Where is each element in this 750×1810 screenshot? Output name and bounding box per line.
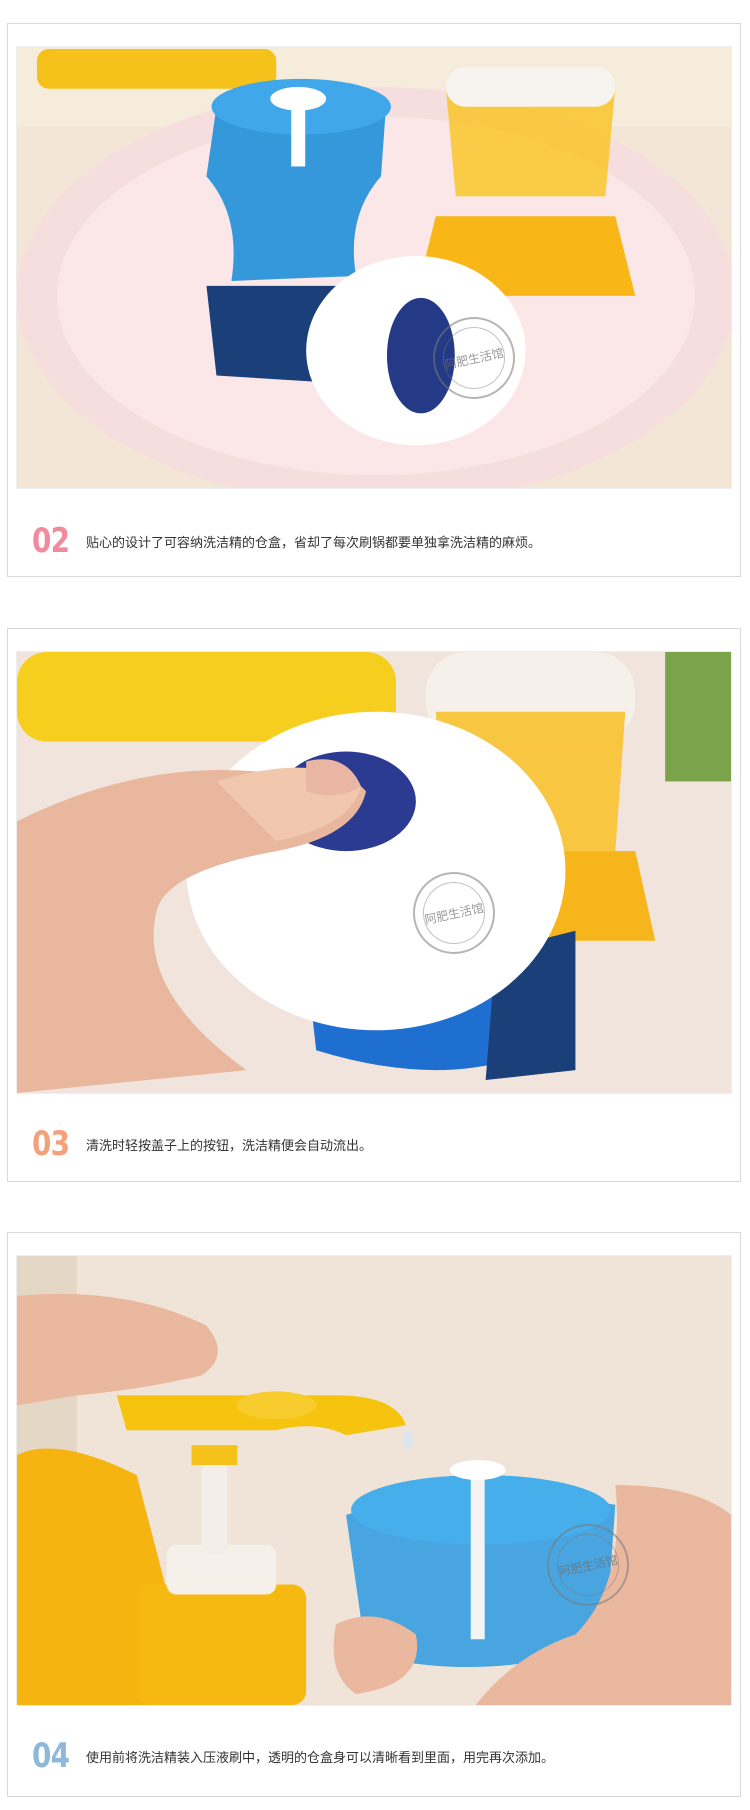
- watermark-text: 阿肥生活馆: [437, 321, 511, 395]
- product-card-step-03: 阿肥生活馆 03 清洗时轻按盖子上的按钮，洗洁精便会自动流出。: [7, 628, 741, 1182]
- filling-soap-illustration: [17, 1256, 731, 1705]
- watermark-text: 阿肥生活馆: [551, 1528, 625, 1602]
- brushes-on-plate-illustration: [17, 47, 731, 488]
- caption-step-02: 02 贴心的设计了可容纳洗洁精的仓盒，省却了每次刷锅都要单独拿洗洁精的麻烦。: [32, 521, 720, 561]
- caption-step-03: 03 清洗时轻按盖子上的按钮，洗洁精便会自动流出。: [32, 1124, 720, 1164]
- pressing-button-illustration: [17, 652, 731, 1093]
- caption-text: 贴心的设计了可容纳洗洁精的仓盒，省却了每次刷锅都要单独拿洗洁精的麻烦。: [86, 535, 542, 551]
- product-photo-pressing-button: 阿肥生活馆: [16, 651, 732, 1094]
- product-photo-brushes-on-plate: 阿肥生活馆: [16, 46, 732, 489]
- product-card-step-04: 阿肥生活馆 04 使用前将洗洁精装入压液刷中，透明的仓盒身可以清晰看到里面，用完…: [7, 1232, 741, 1797]
- step-number: 04: [32, 1736, 70, 1776]
- caption-text: 使用前将洗洁精装入压液刷中，透明的仓盒身可以清晰看到里面，用完再次添加。: [86, 1750, 555, 1766]
- product-card-step-02: 阿肥生活馆 02 贴心的设计了可容纳洗洁精的仓盒，省却了每次刷锅都要单独拿洗洁精…: [7, 23, 741, 577]
- product-photo-filling-soap: 阿肥生活馆: [16, 1255, 732, 1706]
- caption-text: 清洗时轻按盖子上的按钮，洗洁精便会自动流出。: [86, 1138, 373, 1154]
- step-number: 02: [32, 521, 70, 561]
- caption-step-04: 04 使用前将洗洁精装入压液刷中，透明的仓盒身可以清晰看到里面，用完再次添加。: [32, 1736, 720, 1776]
- watermark-text: 阿肥生活馆: [417, 876, 491, 950]
- step-number: 03: [32, 1124, 70, 1164]
